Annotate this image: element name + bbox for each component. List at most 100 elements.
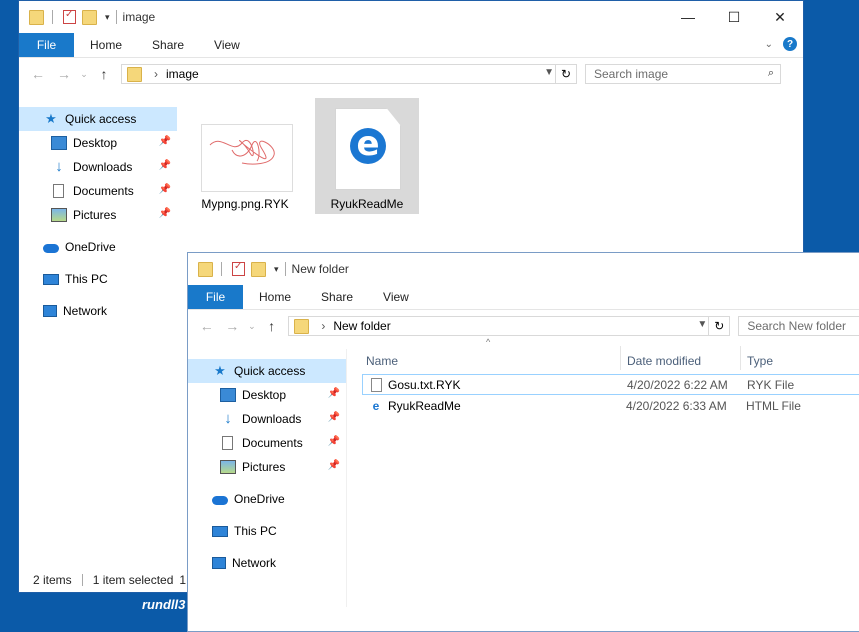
nav-onedrive[interactable]: OneDrive bbox=[188, 487, 346, 511]
text-file-icon bbox=[371, 377, 382, 392]
file-tab[interactable]: File bbox=[19, 33, 74, 57]
pictures-icon bbox=[51, 208, 67, 222]
nav-label: Desktop bbox=[242, 388, 287, 402]
tab-home[interactable]: Home bbox=[74, 38, 137, 52]
nav-label: This PC bbox=[234, 524, 277, 538]
tab-share[interactable]: Share bbox=[306, 290, 368, 304]
search-placeholder: Search New folder bbox=[747, 319, 847, 333]
properties-icon[interactable] bbox=[232, 261, 245, 276]
nav-downloads[interactable]: ↓ Downloads 📌 bbox=[188, 407, 346, 431]
new-folder-icon[interactable] bbox=[82, 9, 97, 25]
title-bar[interactable]: ▾ New folder bbox=[188, 253, 859, 285]
window-title: image bbox=[122, 10, 156, 24]
search-box[interactable]: Search New folder bbox=[738, 316, 859, 336]
nav-quick-access[interactable]: ★ Quick access bbox=[19, 107, 177, 131]
table-row[interactable]: Gosu.txt.RYK 4/20/2022 6:22 AM RYK File bbox=[362, 374, 859, 395]
quick-access-toolbar: ▾ New folder bbox=[198, 261, 349, 277]
up-button[interactable]: ↑ bbox=[259, 318, 285, 334]
file-name: Mypng.png.RYK bbox=[201, 197, 289, 211]
folder-icon bbox=[127, 66, 142, 82]
pin-icon: 📌 bbox=[158, 208, 171, 219]
title-bar[interactable]: ▾ image — ☐ ✕ bbox=[19, 1, 803, 33]
onedrive-icon bbox=[43, 244, 59, 253]
breadcrumb-image[interactable]: image bbox=[166, 67, 199, 81]
nav-network[interactable]: Network bbox=[188, 551, 346, 575]
column-header-date[interactable]: Date modified bbox=[627, 349, 701, 373]
desktop-icon bbox=[51, 136, 67, 150]
quick-access-toolbar: ▾ image bbox=[29, 9, 156, 25]
address-bar[interactable]: › New folder ▼ ↻ bbox=[288, 316, 731, 336]
file-tile[interactable]: Mypng.png.RYK bbox=[193, 98, 297, 214]
help-icon[interactable]: ? bbox=[783, 37, 797, 51]
back-button[interactable]: ← bbox=[194, 318, 220, 334]
quick-access-star-icon: ★ bbox=[45, 111, 57, 126]
properties-icon[interactable] bbox=[63, 9, 76, 24]
minimize-button[interactable]: — bbox=[665, 1, 711, 33]
breadcrumb-new-folder[interactable]: New folder bbox=[333, 319, 390, 333]
nav-documents[interactable]: Documents 📌 bbox=[19, 179, 177, 203]
nav-network[interactable]: Network bbox=[19, 299, 177, 323]
divider bbox=[284, 262, 286, 276]
column-header-name[interactable]: Name bbox=[366, 349, 398, 373]
sort-indicator-icon: ^ bbox=[486, 337, 491, 347]
downloads-icon: ↓ bbox=[55, 158, 63, 175]
search-box[interactable]: Search image ⌕ bbox=[585, 64, 781, 84]
tab-view[interactable]: View bbox=[199, 38, 255, 52]
divider bbox=[52, 10, 53, 24]
expand-ribbon-icon[interactable]: ⌄ bbox=[765, 39, 773, 50]
address-dropdown-icon[interactable]: ▼ bbox=[544, 67, 554, 78]
tab-share[interactable]: Share bbox=[137, 38, 199, 52]
onedrive-icon bbox=[212, 496, 228, 505]
file-name: RyukReadMe bbox=[330, 197, 404, 211]
nav-quick-access[interactable]: ★ Quick access bbox=[188, 359, 346, 383]
image-thumbnail bbox=[201, 124, 293, 192]
file-tab[interactable]: File bbox=[188, 285, 243, 309]
downloads-icon: ↓ bbox=[224, 410, 232, 427]
nav-pictures[interactable]: Pictures 📌 bbox=[19, 203, 177, 227]
this-pc-icon bbox=[212, 525, 228, 537]
nav-label: OneDrive bbox=[234, 492, 285, 506]
maximize-button[interactable]: ☐ bbox=[711, 1, 757, 33]
up-button[interactable]: ↑ bbox=[91, 66, 117, 82]
nav-desktop[interactable]: Desktop 📌 bbox=[188, 383, 346, 407]
column-header-type[interactable]: Type bbox=[747, 349, 773, 373]
new-folder-icon[interactable] bbox=[251, 261, 266, 277]
nav-label: Desktop bbox=[73, 136, 118, 150]
nav-label: Pictures bbox=[242, 460, 286, 474]
item-count: 2 items bbox=[33, 573, 72, 587]
table-row[interactable]: e RyukReadMe 4/20/2022 6:33 AM HTML File bbox=[362, 395, 859, 416]
close-button[interactable]: ✕ bbox=[757, 1, 803, 33]
nav-label: Downloads bbox=[73, 160, 133, 174]
nav-desktop[interactable]: Desktop 📌 bbox=[19, 131, 177, 155]
forward-button[interactable]: → bbox=[220, 318, 246, 334]
nav-downloads[interactable]: ↓ Downloads 📌 bbox=[19, 155, 177, 179]
tab-view[interactable]: View bbox=[368, 290, 424, 304]
nav-pictures[interactable]: Pictures 📌 bbox=[188, 455, 346, 479]
tab-home[interactable]: Home bbox=[243, 290, 306, 304]
nav-this-pc[interactable]: This PC bbox=[188, 519, 346, 543]
address-dropdown-icon[interactable]: ▼ bbox=[697, 319, 707, 330]
refresh-icon[interactable]: ↻ bbox=[708, 317, 729, 335]
search-icon[interactable]: ⌕ bbox=[768, 67, 774, 80]
breadcrumb-chevron-icon: › bbox=[321, 319, 326, 333]
divider bbox=[81, 574, 83, 586]
refresh-icon[interactable]: ↻ bbox=[555, 65, 576, 83]
back-button[interactable]: ← bbox=[25, 66, 51, 82]
selection-info: 1 item selected bbox=[92, 573, 174, 587]
nav-this-pc[interactable]: This PC bbox=[19, 267, 177, 291]
customize-toolbar-icon[interactable]: ▾ bbox=[105, 12, 110, 23]
file-type: RYK File bbox=[747, 377, 795, 392]
nav-onedrive[interactable]: OneDrive bbox=[19, 235, 177, 259]
customize-toolbar-icon[interactable]: ▾ bbox=[274, 264, 279, 275]
pin-icon: 📌 bbox=[327, 460, 340, 471]
recent-locations-icon[interactable]: ⌄ bbox=[77, 69, 91, 80]
nav-documents[interactable]: Documents 📌 bbox=[188, 431, 346, 455]
nav-label: Documents bbox=[242, 436, 303, 450]
explorer-window-new-folder[interactable]: ▾ New folder File Home Share View ← → ⌄ … bbox=[187, 252, 859, 632]
address-bar[interactable]: › image ▼ ↻ bbox=[121, 64, 577, 84]
forward-button[interactable]: → bbox=[51, 66, 77, 82]
file-tile[interactable]: e RyukReadMe bbox=[315, 98, 419, 214]
pin-icon: 📌 bbox=[327, 388, 340, 399]
recent-locations-icon[interactable]: ⌄ bbox=[245, 321, 259, 332]
nav-label: Pictures bbox=[73, 208, 117, 222]
